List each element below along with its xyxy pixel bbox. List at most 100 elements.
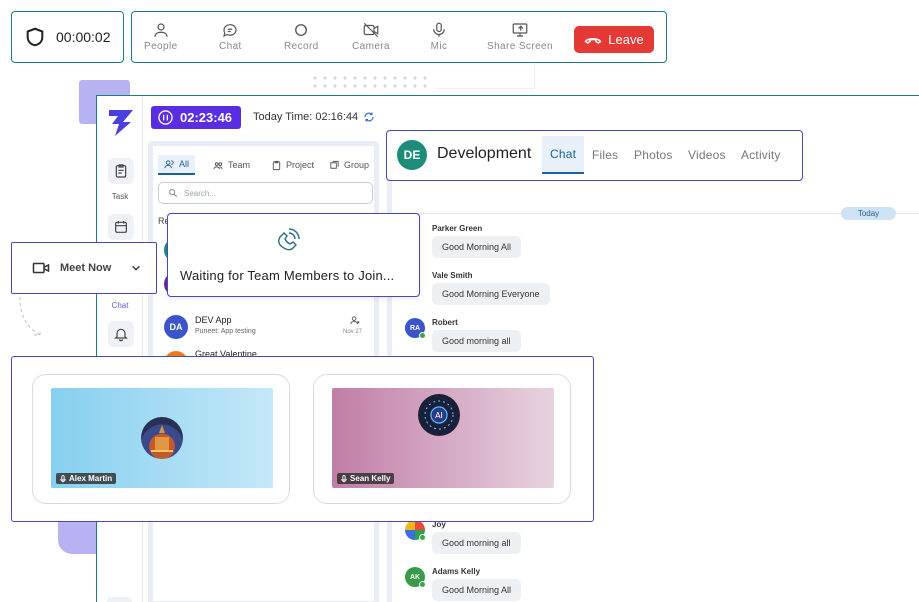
chat-date: Nov 27 [343,329,363,335]
mic-button[interactable]: Mic [430,21,448,52]
leave-label: Leave [608,32,644,47]
camera-button[interactable]: Camera [352,21,390,52]
waiting-text: Waiting for Team Members to Join... [180,268,395,283]
search-placeholder: Search... [184,188,217,198]
work-timer[interactable]: 02:23:46 [151,106,241,129]
clipboard-icon [115,164,127,178]
waiting-dialog: Waiting for Team Members to Join... [167,213,420,297]
pause-icon [158,110,173,125]
decorative-block [58,520,98,554]
chevron-down-icon[interactable] [131,263,141,273]
list-item-dev-app[interactable]: DA DEV App Puneet: App testing Nov 27 [158,311,368,345]
video-feed: AI Sean Kelly [332,388,554,488]
avatar: AK [405,567,426,588]
share-screen-icon [512,23,528,37]
team-icon [213,161,223,169]
chat-nav-label[interactable]: Chat [97,301,143,310]
share-screen-button[interactable]: Share Screen [487,21,553,52]
message-author: Adams Kelly [432,567,481,576]
avatar: DA [164,315,188,339]
message-author: Robert [432,318,458,327]
call-controls: People Chat Record Camera Mic Share Scre… [131,11,667,63]
task-nav-button[interactable] [108,158,134,184]
people-icon [154,23,168,37]
notifications-nav-button[interactable] [108,321,134,347]
camera-label: Camera [352,41,390,52]
svg-text:AI: AI [435,411,443,420]
work-timer-text: 02:23:46 [180,110,233,125]
divider [392,213,919,214]
calendar-icon [115,221,127,233]
tab-photos[interactable]: Photos [626,136,681,174]
call-timer: 00:00:02 [11,11,124,63]
tab-files[interactable]: Files [584,136,626,174]
people-icon [164,159,174,168]
tab-all-label: All [179,159,190,169]
tab-videos[interactable]: Videos [680,136,734,174]
participant-name-tag: Alex Martin [56,473,117,484]
group-icon [330,160,339,169]
tab-group-label: Group [344,160,370,170]
avatar: RA [405,318,426,339]
clipboard-icon [272,160,281,170]
message-bubble: Good Morning Everyone [432,283,550,305]
app-logo [107,108,135,143]
call-timer-text: 00:00:02 [56,29,111,45]
phone-ringing-icon [278,228,300,251]
chat-label: Chat [219,41,242,52]
record-label: Record [284,41,319,52]
chat-button[interactable]: Chat [219,21,242,52]
participant-tile[interactable]: Alex Martin [32,374,290,504]
tab-group[interactable]: Group [323,155,375,175]
refresh-icon[interactable] [363,111,375,123]
tab-team[interactable]: Team [207,155,256,175]
participant-name: Sean Kelly [350,474,391,483]
mic-icon [60,474,66,482]
leave-button[interactable]: Leave [574,26,654,53]
mic-icon [433,22,445,37]
message-author: Parker Green [432,224,483,233]
message-author: Vale Smith [432,271,473,280]
participant-name-tag: Sean Kelly [337,473,395,484]
mic-icon [341,474,347,482]
tab-activity[interactable]: Activity [733,136,789,174]
shield-icon [26,27,44,47]
online-indicator [419,534,426,541]
video-feed: Alex Martin [51,388,273,488]
chat-icon [223,24,237,38]
people-button[interactable]: People [144,21,178,52]
avatar: DE [397,140,427,170]
tab-team-label: Team [228,160,251,170]
message-bubble: Good Morning All [432,236,522,258]
decorative-dots [310,74,430,90]
curved-arrow-icon [19,296,41,336]
mic-label: Mic [430,41,448,52]
tab-project[interactable]: Project [265,155,320,175]
record-icon [295,24,308,36]
chat-name: DEV App [195,315,232,325]
avatar [405,520,426,541]
meet-now-button[interactable]: Meet Now [11,242,157,294]
chat-preview: Puneet: App testing [195,328,256,335]
share-screen-label: Share Screen [487,41,553,52]
record-button[interactable]: Record [284,21,319,52]
tab-project-label: Project [286,160,315,170]
team-icon [350,316,360,325]
tab-chat[interactable]: Chat [542,136,585,174]
online-indicator [419,332,426,339]
video-tiles-panel: Alex Martin AI Sean Kelly [11,356,594,522]
message-bubble: Good morning all [432,532,521,554]
avatar [141,417,183,459]
decorative-frame [437,63,535,89]
phone-hangup-icon [584,37,602,44]
participant-name: Alex Martin [69,474,113,483]
conversation-title: Development [437,145,532,162]
avatar: AI [418,394,460,436]
participant-tile[interactable]: AI Sean Kelly [313,374,571,504]
message-bubble: Good Morning All [432,579,522,601]
search-input[interactable]: Search... [158,182,373,204]
task-nav-label: Task [111,192,129,201]
calendar-nav-button[interactable] [108,214,134,240]
today-time: Today Time: 02:16:44 [253,111,375,123]
tab-all[interactable]: All [158,155,196,175]
